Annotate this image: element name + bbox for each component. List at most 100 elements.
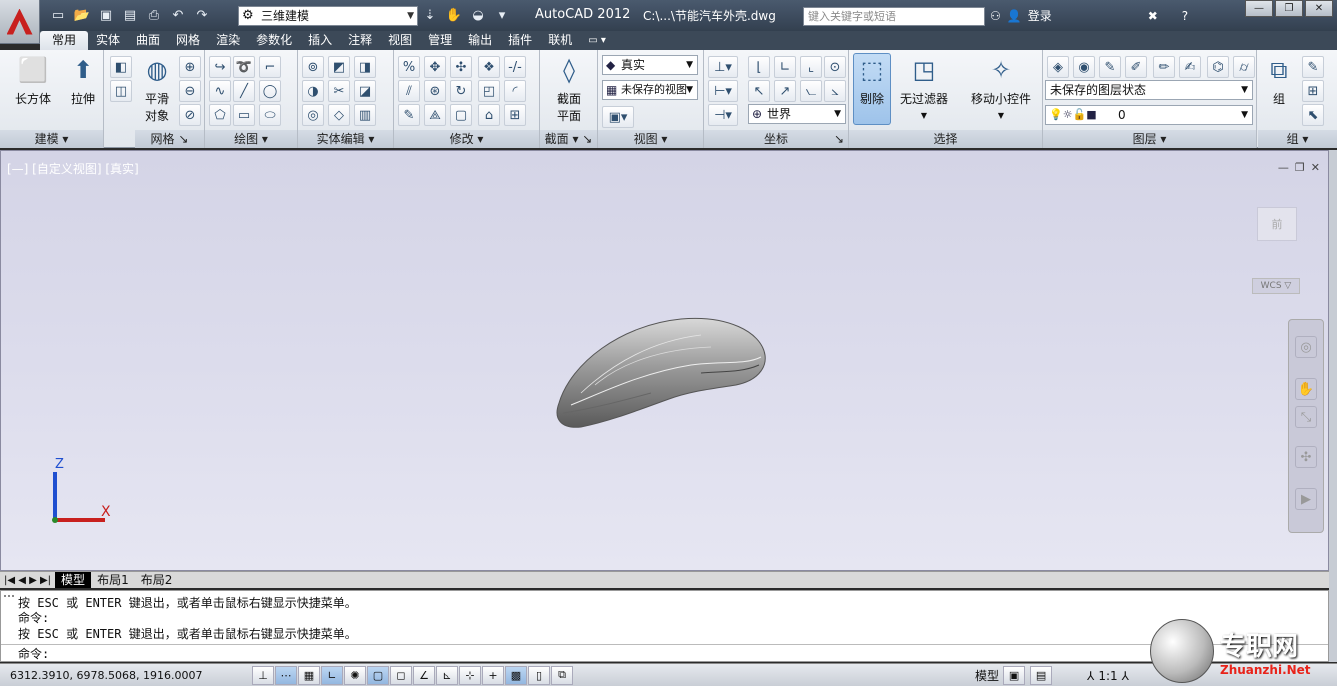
polyline-icon[interactable]: ⌐ <box>259 56 281 78</box>
layer-state-dropdown[interactable]: 未保存的图层状态 ▼ <box>1045 80 1253 100</box>
shell-icon[interactable]: ▥ <box>354 104 376 126</box>
culling-button[interactable]: ⬚ 剔除 <box>853 53 891 125</box>
extrude-faces-icon[interactable]: ◨ <box>354 56 376 78</box>
rectangle-icon[interactable]: ▭ <box>233 104 255 126</box>
drawing-viewport[interactable]: [—] [自定义视图] [真实] — ❐ ✕ 前 WCS ▽ ◎ ✋ ⤡ ✣ ▶ <box>0 150 1329 571</box>
tab-layout1[interactable]: 布局1 <box>91 572 135 588</box>
tab-model[interactable]: 模型 <box>55 572 92 588</box>
helix-icon[interactable]: ➰ <box>233 56 255 78</box>
panel-mesh-label[interactable]: 网格 ↘ <box>135 130 204 148</box>
save-as-icon[interactable]: ▤ <box>120 6 140 24</box>
smooth-object-button[interactable]: ◍ 平滑 对象 <box>137 54 177 124</box>
tab-online[interactable]: 联机 <box>540 31 580 50</box>
viewcube[interactable]: 前 <box>1257 207 1297 241</box>
tab-render[interactable]: 渲染 <box>208 31 248 50</box>
new-icon[interactable]: ▭ <box>48 6 68 24</box>
thicken-icon[interactable]: ◇ <box>328 104 350 126</box>
explode-icon[interactable]: ⊞ <box>504 104 526 126</box>
panel-solid-edit-label[interactable]: 实体编辑 ▾ <box>298 130 393 148</box>
tab-output[interactable]: 输出 <box>460 31 500 50</box>
quick-properties-icon[interactable]: ▯ <box>528 665 550 685</box>
no-filter-button[interactable]: ◳ 无过滤器 ▼ <box>897 54 951 121</box>
tab-solid[interactable]: 实体 <box>88 31 128 50</box>
smooth-more-icon[interactable]: ⊕ <box>179 56 201 78</box>
selection-cycling-icon[interactable]: ⧉ <box>551 665 573 685</box>
circle-icon[interactable]: ◯ <box>259 80 281 102</box>
slice-icon[interactable]: ✂ <box>328 80 350 102</box>
rotate-3d-icon[interactable]: ✥ <box>424 56 446 78</box>
lineweight-icon[interactable]: + <box>482 665 504 685</box>
panel-section-label[interactable]: 截面 ▾ ↘ <box>540 130 597 148</box>
minimize-button[interactable]: — <box>1245 0 1273 17</box>
pan-icon[interactable]: ✋ <box>1295 378 1317 400</box>
saved-view-dropdown[interactable]: ▦ 未保存的视图 ▼ <box>602 80 698 100</box>
trim-icon[interactable]: -/- <box>504 56 526 78</box>
orbit-icon[interactable]: ◒ <box>468 6 488 24</box>
close-button[interactable]: ✕ <box>1305 0 1333 17</box>
workspace-dropdown[interactable]: ⚙ 三维建模 ▼ <box>238 6 418 26</box>
layer-match-icon[interactable]: ✏ <box>1153 56 1175 78</box>
transparency-icon[interactable]: ▩ <box>505 665 527 685</box>
viewport-restore-icon[interactable]: ❐ <box>1295 161 1305 174</box>
intersect-icon[interactable]: ◎ <box>302 104 324 126</box>
undo-icon[interactable]: ↶ <box>168 6 188 24</box>
layer-off-icon[interactable]: ⌭ <box>1233 56 1255 78</box>
tab-parametric[interactable]: 参数化 <box>248 31 300 50</box>
login-link[interactable]: 登录 <box>1028 7 1052 24</box>
scale-icon[interactable]: ◰ <box>478 80 500 102</box>
erase-icon[interactable]: ✎ <box>398 104 420 126</box>
tab-nav-arrows-icon[interactable]: |◀ ◀ ▶ ▶| <box>0 575 55 586</box>
grid-icon[interactable]: ▦ <box>298 665 320 685</box>
dyn-icon[interactable]: ⊹ <box>459 665 481 685</box>
layer-freeze-icon[interactable]: ⌬ <box>1207 56 1229 78</box>
help-icon[interactable]: ? <box>1182 9 1188 23</box>
spline-icon[interactable]: ∿ <box>209 80 231 102</box>
search-input[interactable]: 键入关键字或短语 <box>803 7 985 26</box>
union-icon[interactable]: ⊚ <box>302 56 324 78</box>
group-select-icon[interactable]: ⬉ <box>1302 104 1324 126</box>
ucs-face-icon[interactable]: ⦣ <box>824 80 846 102</box>
viewport-minimize-icon[interactable]: — <box>1278 161 1289 174</box>
ucs-named-icon[interactable]: ⌊ <box>748 56 770 78</box>
3d-osnap-icon[interactable]: ◻ <box>390 665 412 685</box>
viewport-config-icon[interactable]: ▣▾ <box>602 106 634 128</box>
fillet-icon[interactable]: ◜ <box>504 80 526 102</box>
maximize-button[interactable]: ❐ <box>1275 0 1303 17</box>
move-3d-icon[interactable]: ✣ <box>450 56 472 78</box>
ducs-icon[interactable]: ⊾ <box>436 665 458 685</box>
panel-layers-label[interactable]: 图层 ▾ <box>1043 130 1256 148</box>
quick-view-layouts-icon[interactable]: ▣ <box>1003 666 1026 685</box>
coordinate-readout[interactable]: 6312.3910, 6978.5068, 1916.0007 <box>0 669 252 682</box>
stretch-icon[interactable]: ⌂ <box>478 104 500 126</box>
box-button[interactable]: ⬜ 长方体 <box>10 54 56 107</box>
extrude-button[interactable]: ⬆ 拉伸 <box>60 54 106 107</box>
ucs-world-icon[interactable]: ⊣▾ <box>708 104 738 126</box>
tab-annotate[interactable]: 注释 <box>340 31 380 50</box>
refine-mesh-icon[interactable]: ⊘ <box>179 104 201 126</box>
line-icon[interactable]: ╱ <box>233 80 255 102</box>
tab-surface[interactable]: 曲面 <box>128 31 168 50</box>
layer-unisolate-icon[interactable]: ✐ <box>1125 56 1147 78</box>
ucs-x-icon[interactable]: ↖ <box>748 80 770 102</box>
ucs-previous-icon[interactable]: ⊢▾ <box>708 80 738 102</box>
polar-icon[interactable]: ✺ <box>344 665 366 685</box>
ucs-view-icon[interactable]: ⊙ <box>824 56 846 78</box>
mirror-icon[interactable]: ⫽ <box>398 80 420 102</box>
application-menu-button[interactable] <box>0 0 40 44</box>
model-space-button[interactable]: 模型 <box>975 667 999 684</box>
ucs-icon[interactable]: ⊥▾ <box>708 56 738 78</box>
group-edit-icon[interactable]: ⊞ <box>1302 80 1324 102</box>
panel-draw-label[interactable]: 绘图 ▾ <box>205 130 297 148</box>
redo-icon[interactable]: ↷ <box>192 6 212 24</box>
smooth-less-icon[interactable]: ⊖ <box>179 80 201 102</box>
layer-change-icon[interactable]: ✍ <box>1179 56 1201 78</box>
tab-manage[interactable]: 管理 <box>420 31 460 50</box>
viewport-close-icon[interactable]: ✕ <box>1311 161 1320 174</box>
align-icon[interactable]: ⊛ <box>424 80 446 102</box>
ungroup-icon[interactable]: ✎ <box>1302 56 1324 78</box>
extract-edges-icon[interactable]: ◩ <box>328 56 350 78</box>
annotation-scale[interactable]: 1:1 <box>1098 669 1117 683</box>
tab-view[interactable]: 视图 <box>380 31 420 50</box>
panel-modeling-label[interactable]: 建模 ▾ <box>0 130 103 148</box>
print-icon[interactable]: ⎙ <box>144 6 164 24</box>
